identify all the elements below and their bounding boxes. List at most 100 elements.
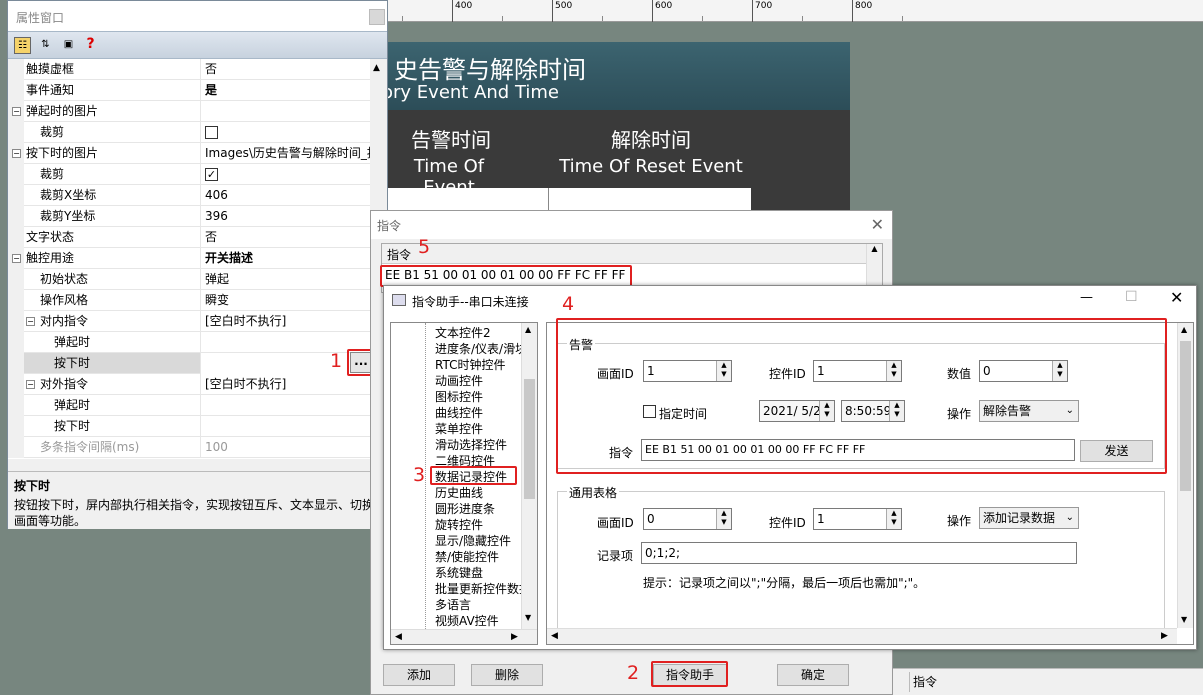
tree-item[interactable]: 显示/隐藏控件 — [435, 533, 511, 549]
hint-text: 提示：记录项之间以";"分隔，最后一项后也需加";"。 — [643, 576, 926, 590]
prop-value[interactable] — [200, 122, 370, 143]
collapse-icon[interactable]: − — [12, 254, 21, 263]
helper-title: 指令助手--串口未连接 — [412, 295, 529, 309]
prop-value[interactable]: 弹起 — [200, 269, 370, 290]
tree-scrollbar[interactable]: ▲ ▼ — [521, 323, 537, 629]
tree-item[interactable]: 进度条/仪表/滑块 — [435, 341, 527, 357]
prop-value[interactable]: 是 — [200, 80, 370, 101]
prop-key: 按下时 — [54, 419, 91, 433]
annotation-label: 2 — [627, 662, 640, 684]
delete-button[interactable]: 删除 — [471, 664, 543, 686]
add-button[interactable]: 添加 — [383, 664, 455, 686]
prop-key: 多条指令间隔(ms) — [40, 440, 140, 454]
prop-value[interactable] — [200, 395, 370, 416]
property-window-title: 属性窗口 — [8, 1, 387, 31]
prop-value[interactable]: [空白时不执行] — [200, 311, 370, 332]
panel-hscrollbar[interactable]: ◀ ▶ — [547, 628, 1177, 644]
prop-value[interactable] — [200, 353, 370, 374]
description-panel: 按下时 按钮按下时，屏内部执行相关指令，实现按钮互斥、文本显示、切换 画面等功能… — [8, 471, 387, 529]
close-button[interactable] — [369, 9, 385, 25]
ruler-label: 600 — [652, 0, 672, 22]
app-icon — [392, 294, 406, 306]
prop-key: 弹起时的图片 — [26, 104, 99, 118]
tree-item[interactable]: 菜单控件 — [435, 421, 483, 437]
collapse-icon[interactable]: − — [12, 149, 21, 158]
tree-item[interactable]: 系统键盘 — [435, 565, 483, 581]
prop-key: 事件通知 — [26, 83, 75, 97]
screen-id-label: 画面ID — [597, 516, 634, 530]
tree-item[interactable]: 图标控件 — [435, 389, 483, 405]
prop-value[interactable]: 否 — [200, 59, 370, 80]
prop-value[interactable] — [200, 416, 370, 437]
screen-id-spinner[interactable]: 0 ▲ ▼ — [643, 508, 732, 530]
screen-header: 史告警与解除时间 ory Event And Time — [382, 42, 850, 110]
command-dialog-title: 指令 — [371, 211, 892, 239]
tree-item[interactable]: RTC时钟控件 — [435, 357, 505, 373]
tree-item[interactable]: 文本控件2 — [435, 325, 491, 341]
prop-key: 裁剪 — [40, 167, 65, 181]
screen-preview[interactable]: 史告警与解除时间 ory Event And Time 告警时间 Time Of… — [382, 42, 850, 232]
tree-item[interactable]: 曲线控件 — [435, 405, 483, 421]
tree-item[interactable]: 滑动选择控件 — [435, 437, 507, 453]
ruler-label: 700 — [752, 0, 772, 22]
prop-value[interactable]: 396 — [200, 206, 370, 227]
panel-scrollbar[interactable]: ▲ ▼ — [1177, 323, 1193, 628]
prop-key: 弹起时 — [54, 398, 91, 412]
record-input[interactable]: 0;1;2; — [641, 542, 1077, 564]
record-label: 记录项 — [597, 549, 634, 563]
prop-value[interactable]: 100 — [200, 437, 370, 458]
prop-key: 触摸虚框 — [26, 62, 75, 76]
prop-value[interactable]: Images\历史告警与解除时间_按 — [200, 143, 370, 164]
close-icon[interactable]: ✕ — [871, 215, 884, 234]
collapse-icon[interactable]: − — [12, 107, 21, 116]
prop-value[interactable]: 否 — [200, 227, 370, 248]
collapse-icon[interactable]: − — [26, 380, 35, 389]
prop-key: 文字状态 — [26, 230, 75, 244]
crop-checkbox[interactable] — [205, 126, 218, 139]
prop-value[interactable] — [200, 101, 370, 122]
crop-checkbox[interactable]: ✓ — [205, 168, 218, 181]
prop-key: 按下时的图片 — [26, 146, 99, 160]
op-select[interactable]: 添加记录数据 ⌄ — [979, 507, 1079, 529]
property-window: 属性窗口 ☷ ⇅ ▣ ? 触摸虚框否 事件通知是 − 弹起时的图片 裁剪 − 按下时… — [7, 0, 388, 529]
help-icon[interactable]: ? — [82, 37, 99, 54]
prop-value[interactable]: 406 — [200, 185, 370, 206]
sort-az-icon[interactable]: ⇅ — [37, 37, 54, 54]
close-button[interactable]: ✕ — [1170, 288, 1183, 307]
scroll-up-icon[interactable]: ▲ — [373, 63, 380, 73]
property-pages-icon[interactable]: ▣ — [60, 37, 77, 54]
tree-item[interactable]: 视频AV控件 — [435, 613, 499, 629]
collapse-icon[interactable]: − — [26, 317, 35, 326]
property-toolbar: ☷ ⇅ ▣ ? — [8, 31, 387, 59]
ctrl-id-spinner[interactable]: 1 ▲ ▼ — [813, 508, 902, 530]
ruler: 400 500 600 700 800 — [386, 0, 1203, 22]
col1-cn: 告警时间 — [411, 128, 491, 152]
tree-item[interactable]: 历史曲线 — [435, 485, 483, 501]
prop-value[interactable] — [200, 332, 370, 353]
prop-value[interactable]: 瞬变 — [200, 290, 370, 311]
tree-item[interactable]: 动画控件 — [435, 373, 483, 389]
prop-value[interactable]: ✓ — [200, 164, 370, 185]
categorized-icon[interactable]: ☷ — [14, 37, 31, 54]
status-label: 指令 — [909, 672, 937, 692]
screen-title: 史告警与解除时间 — [394, 56, 586, 84]
prop-key: 裁剪X坐标 — [40, 188, 97, 202]
property-grid[interactable]: 触摸虚框否 事件通知是 − 弹起时的图片 裁剪 − 按下时的图片 Images\历史告… — [8, 59, 370, 459]
tree-item[interactable]: 旋转控件 — [435, 517, 483, 533]
tree-item[interactable]: 多语言 — [435, 597, 471, 613]
minimize-button[interactable]: — — [1080, 290, 1093, 305]
tree-item[interactable]: 禁/使能控件 — [435, 549, 499, 565]
desc-title: 按下时 — [14, 479, 51, 493]
maximize-button[interactable]: ☐ — [1125, 289, 1138, 305]
ctrl-id-label: 控件ID — [769, 516, 806, 530]
prop-value[interactable]: [空白时不执行] — [200, 374, 370, 395]
prop-key: 弹起时 — [54, 335, 91, 349]
tree-hscrollbar[interactable]: ◀ ▶ — [391, 629, 537, 644]
prop-value[interactable]: 开关描述 — [200, 248, 370, 269]
tree-item[interactable]: 圆形进度条 — [435, 501, 495, 517]
prop-key: 对外指令 — [40, 377, 89, 391]
tree-item[interactable]: 批量更新控件数据 — [435, 581, 531, 597]
ok-button[interactable]: 确定 — [777, 664, 849, 686]
annotation-label: 5 — [418, 236, 431, 258]
annotation-label: 4 — [562, 293, 575, 315]
